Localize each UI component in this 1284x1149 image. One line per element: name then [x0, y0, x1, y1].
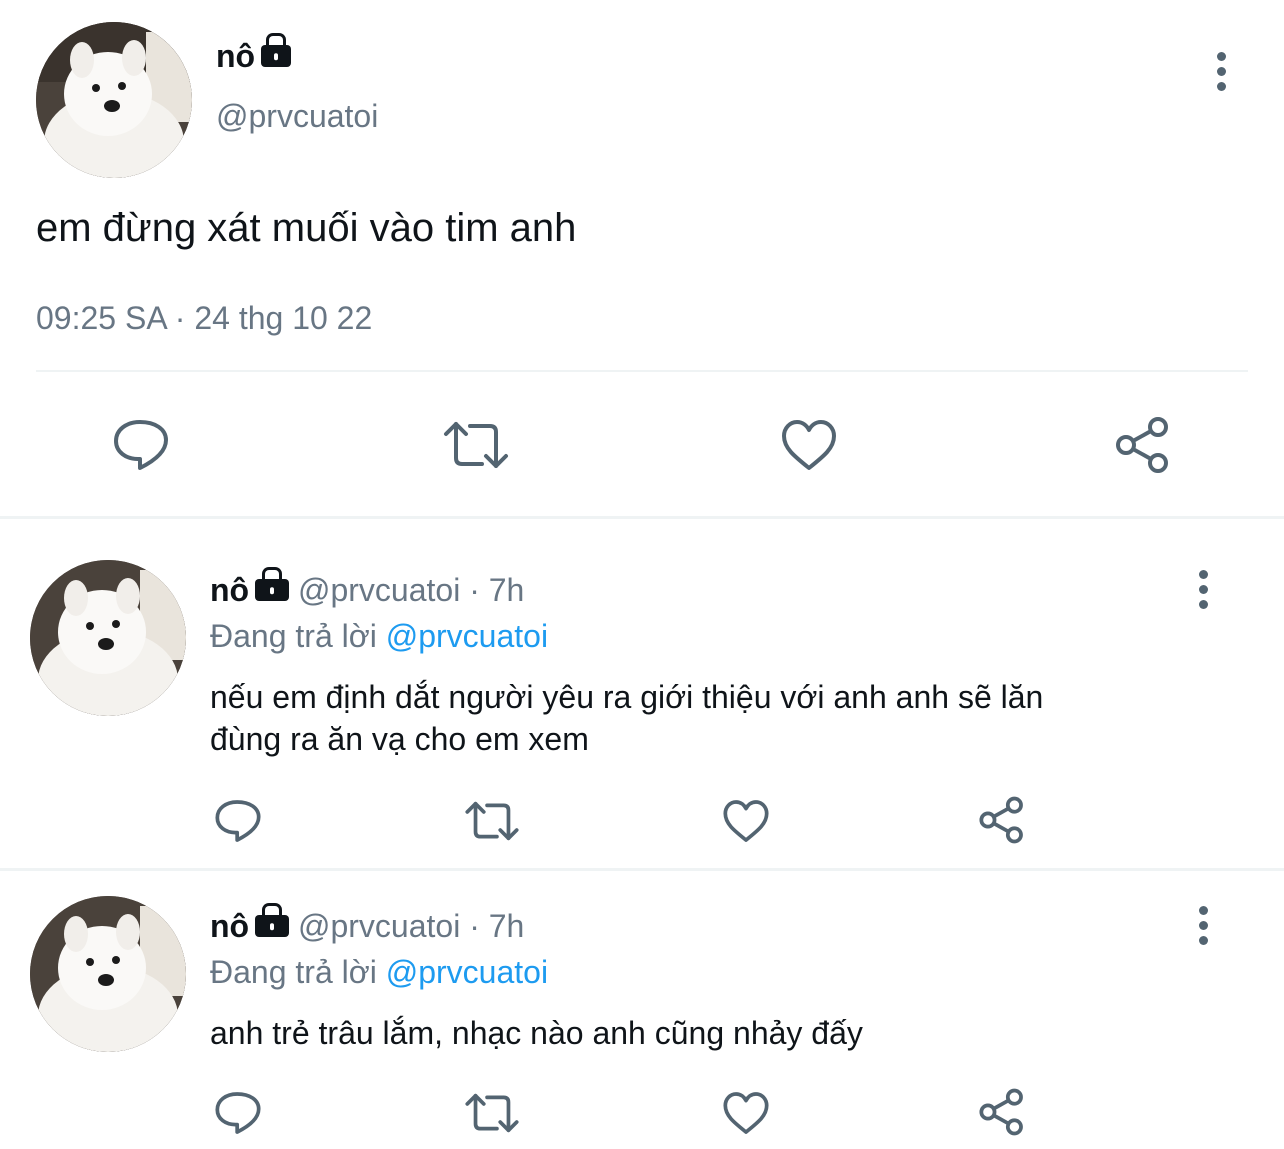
share-icon[interactable] [978, 1088, 1026, 1136]
handle[interactable]: @prvcuatoi [216, 96, 378, 136]
handle: @prvcuatoi [297, 572, 461, 608]
lock-icon [255, 578, 290, 601]
thread-separator [0, 516, 1284, 519]
reply-icon[interactable] [214, 1090, 262, 1136]
reply-text-line-1: anh trẻ trâu lắm, nhạc nào anh cũng nhảy… [210, 1015, 863, 1051]
avatar[interactable] [30, 896, 186, 1052]
like-icon[interactable] [722, 1090, 770, 1136]
more-options-icon[interactable] [1210, 52, 1232, 92]
display-name: nô [210, 572, 250, 608]
relative-time: · 7h [469, 908, 525, 944]
retweet-icon[interactable] [442, 420, 510, 470]
reply-icon[interactable] [112, 418, 170, 472]
like-icon[interactable] [780, 418, 838, 472]
tweet-timestamp[interactable]: 09:25 SA · 24 thg 10 22 [36, 298, 372, 338]
reply-header[interactable]: nô @prvcuatoi · 7h [210, 570, 524, 610]
replying-to-link[interactable]: @prvcuatoi [386, 618, 548, 654]
reply-header[interactable]: nô @prvcuatoi · 7h [210, 906, 524, 946]
replying-to-line: Đang trả lời @prvcuatoi [210, 616, 548, 656]
display-name: nô [216, 38, 256, 74]
reply-text-line-1: nếu em định dắt người yêu ra giới thiệu … [210, 679, 1044, 715]
thread-separator [0, 868, 1284, 871]
retweet-icon[interactable] [464, 800, 520, 842]
like-icon[interactable] [722, 798, 770, 844]
reply-text-line-2: đùng ra ăn vạ cho em xem [210, 721, 589, 757]
replying-label: Đang trả lời [210, 954, 377, 990]
replying-label: Đang trả lời [210, 618, 377, 654]
replying-to-line: Đang trả lời @prvcuatoi [210, 952, 548, 992]
tweet-text: em đừng xát muối vào tim anh [36, 206, 577, 250]
avatar[interactable] [36, 22, 192, 178]
user-name-row[interactable]: nô [216, 36, 292, 76]
display-name: nô [210, 908, 250, 944]
more-options-icon[interactable] [1192, 906, 1214, 946]
handle: @prvcuatoi [297, 908, 461, 944]
share-icon[interactable] [978, 796, 1026, 844]
divider [36, 370, 1248, 372]
lock-icon [261, 44, 292, 67]
share-icon[interactable] [1114, 416, 1172, 474]
reply-icon[interactable] [214, 798, 262, 844]
lock-icon [255, 914, 290, 937]
retweet-icon[interactable] [464, 1092, 520, 1134]
avatar[interactable] [30, 560, 186, 716]
relative-time: · 7h [469, 572, 525, 608]
replying-to-link[interactable]: @prvcuatoi [386, 954, 548, 990]
more-options-icon[interactable] [1192, 570, 1214, 610]
